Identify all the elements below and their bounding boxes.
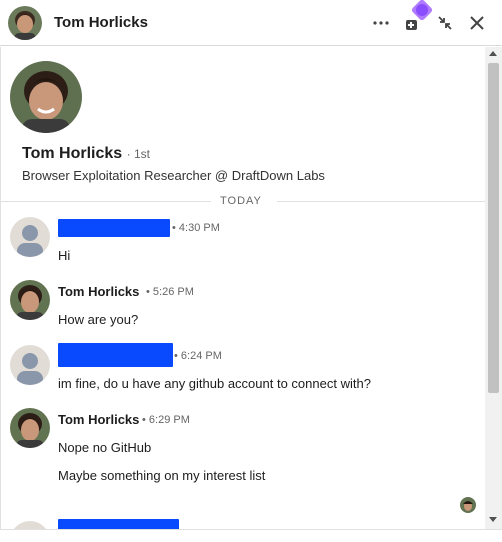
ellipsis-icon (373, 21, 389, 25)
scroll-down-arrow-icon[interactable] (489, 517, 497, 522)
header-avatar[interactable] (8, 6, 42, 40)
scroll-up-arrow-icon[interactable] (489, 51, 497, 56)
sender-avatar-placeholder[interactable] (10, 217, 50, 257)
profile-avatar[interactable] (10, 61, 82, 133)
profile-name-line: Tom Horlicks · 1st (22, 145, 150, 163)
scrollbar-thumb[interactable] (488, 63, 499, 393)
profile-name[interactable]: Tom Horlicks (22, 145, 122, 162)
message-text: im fine, do u have any github account to… (58, 376, 371, 391)
composer-edge[interactable] (0, 529, 502, 542)
seen-receipt-avatar (460, 497, 476, 513)
redacted-sender-name (58, 519, 179, 529)
redacted-sender-name (58, 219, 170, 237)
minimize-button[interactable] (432, 10, 458, 36)
message-text: How are you? (58, 312, 139, 327)
divider-line-left (1, 201, 211, 202)
conversation-pane[interactable]: Tom Horlicks · 1st Browser Exploitation … (0, 47, 485, 529)
message-time: • 6:29 PM (142, 414, 190, 426)
message-time: • 6:24 PM (174, 350, 222, 362)
close-button[interactable] (464, 10, 490, 36)
message-text: Maybe something on my interest list (58, 468, 266, 483)
message-text: Hi (58, 248, 71, 263)
header-contact-name[interactable]: Tom Horlicks (54, 14, 148, 31)
message-time: • 4:30 PM (172, 222, 220, 234)
date-divider: TODAY (220, 195, 262, 207)
divider-line-right (277, 201, 485, 202)
sender-avatar-placeholder[interactable] (10, 345, 50, 385)
sender-name[interactable]: Tom Horlicks (58, 412, 139, 427)
collapse-arrows-icon (438, 16, 452, 30)
message-time: • 5:26 PM (146, 286, 194, 298)
scrollbar[interactable] (485, 47, 502, 529)
more-options-button[interactable] (368, 10, 394, 36)
sender-avatar[interactable] (10, 280, 50, 320)
sender-avatar[interactable] (10, 408, 50, 448)
message-text: Nope no GitHub (58, 440, 152, 455)
close-icon (470, 16, 484, 30)
chat-header: Tom Horlicks (0, 0, 502, 46)
redacted-sender-name (58, 343, 173, 367)
connection-degree: · 1st (126, 147, 150, 161)
sender-avatar-placeholder[interactable] (10, 521, 50, 529)
sender-name[interactable]: Tom Horlicks (58, 284, 139, 299)
profile-headline: Browser Exploitation Researcher @ DraftD… (22, 168, 325, 183)
